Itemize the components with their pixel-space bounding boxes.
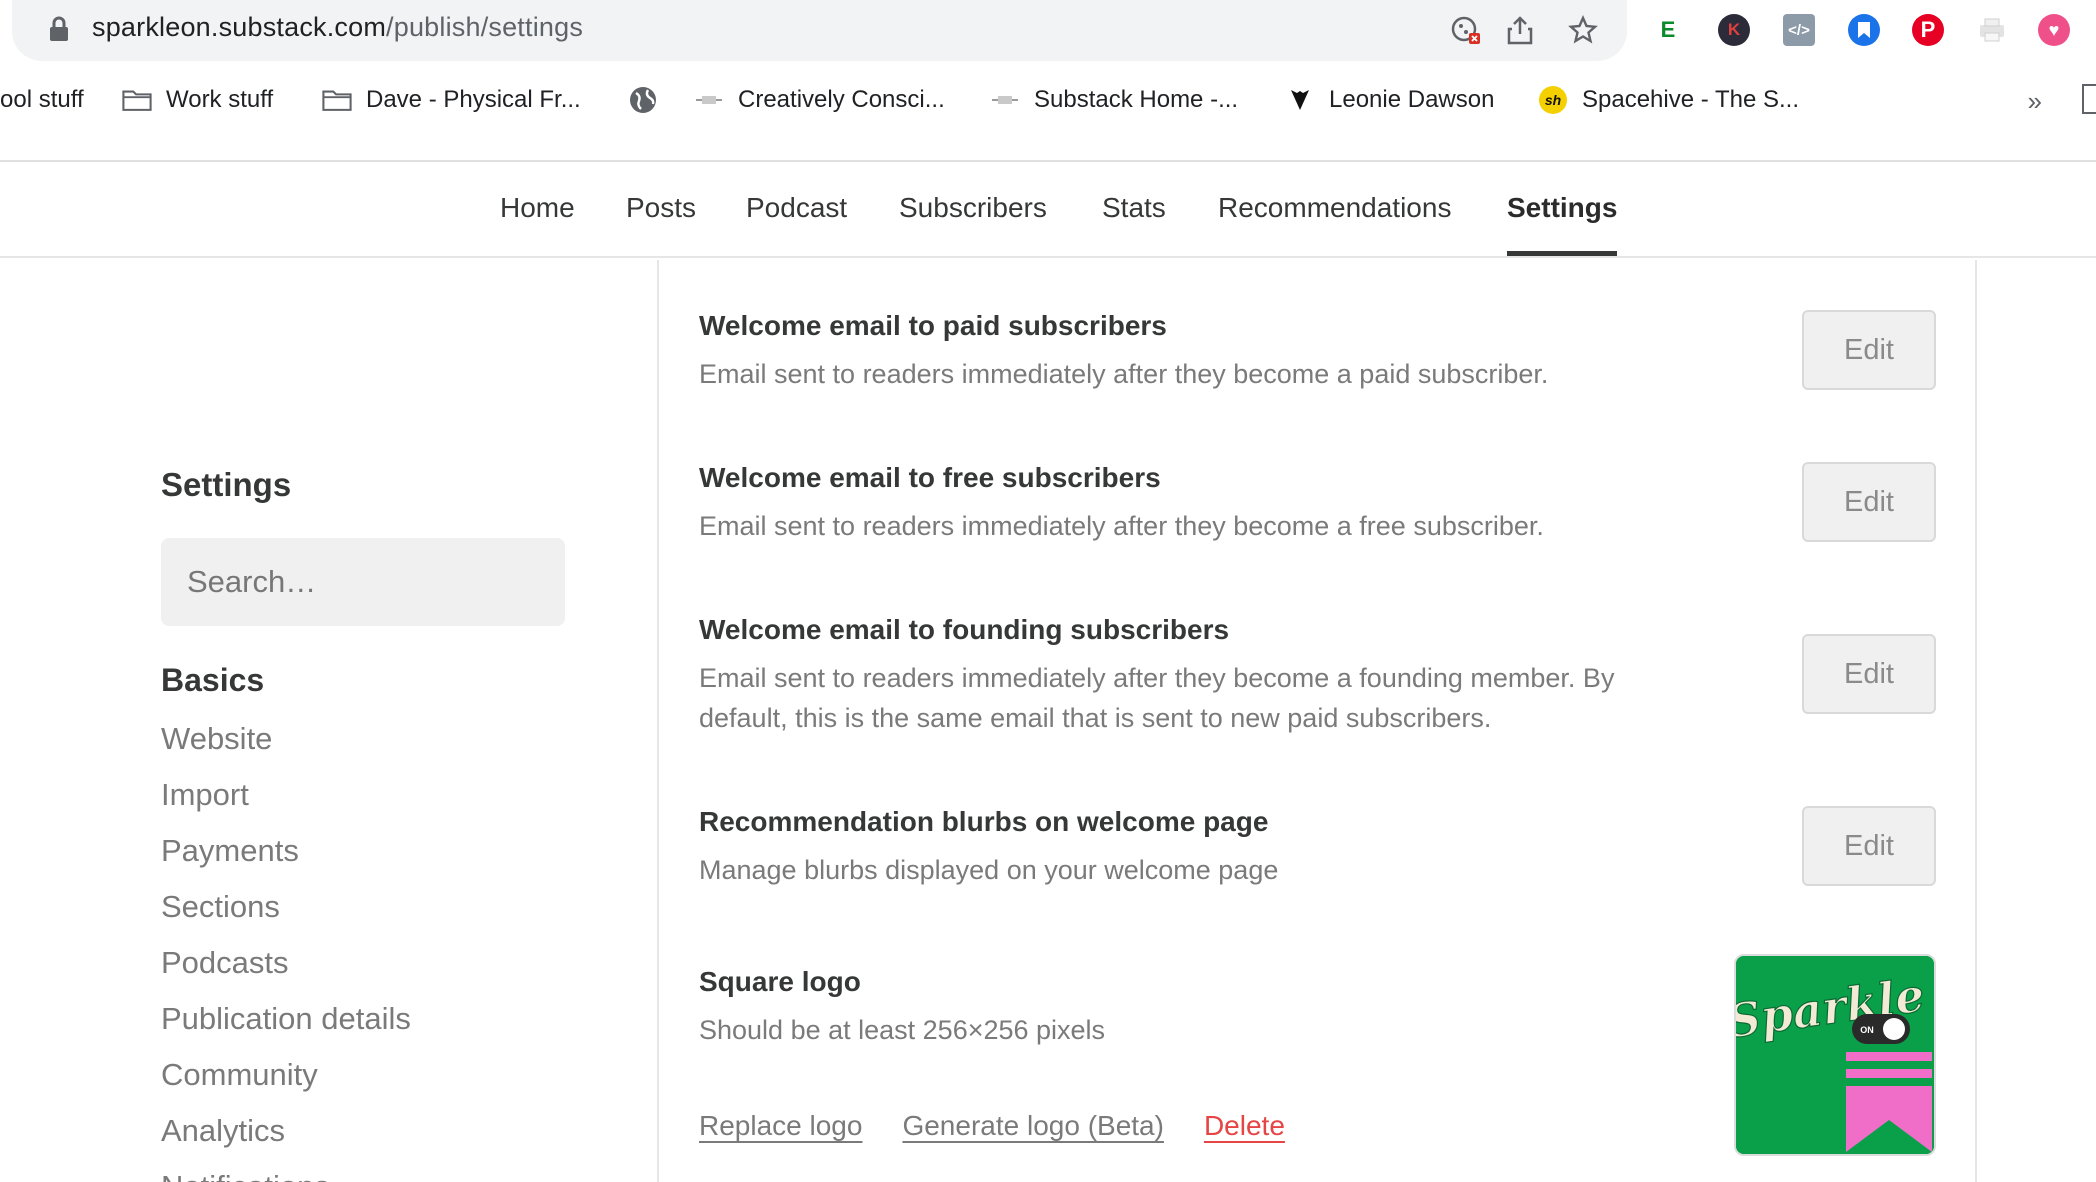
evernote-extension-icon[interactable]: E bbox=[1650, 12, 1686, 48]
pinterest-extension-icon[interactable]: P bbox=[1910, 12, 1946, 48]
bookmark-star-icon[interactable] bbox=[1565, 12, 1601, 48]
folder-icon bbox=[122, 85, 152, 115]
browser-chrome: sparkleon.substack.com/publish/settings … bbox=[0, 0, 2096, 160]
site-favicon bbox=[694, 85, 724, 115]
sidebar-item-community[interactable]: Community bbox=[161, 1054, 411, 1110]
bookmark-item[interactable]: Work stuff bbox=[122, 80, 273, 120]
url-domain: sparkleon.substack.com bbox=[92, 12, 387, 42]
bookmark-item[interactable]: Creatively Consci... bbox=[694, 80, 945, 120]
share-icon[interactable] bbox=[1502, 12, 1538, 48]
bookmark-extension-icon[interactable] bbox=[1846, 12, 1882, 48]
folder-icon bbox=[322, 85, 352, 115]
bookmark-item[interactable]: sh Spacehive - The S... bbox=[1538, 80, 1799, 120]
site-favicon bbox=[990, 85, 1020, 115]
logo-actions: Replace logo Generate logo (Beta) Delete bbox=[699, 1110, 1285, 1142]
sidebar-item-import[interactable]: Import bbox=[161, 774, 411, 830]
publish-nav: Home Posts Podcast Subscribers Stats Rec… bbox=[0, 162, 2096, 258]
content-border-left bbox=[657, 260, 659, 1182]
tab-stats[interactable]: Stats bbox=[1102, 192, 1166, 256]
heart-icon bbox=[1285, 85, 1315, 115]
url-text[interactable]: sparkleon.substack.com/publish/settings bbox=[92, 12, 583, 43]
sh-favicon: sh bbox=[1538, 85, 1568, 115]
lock-icon bbox=[50, 16, 68, 41]
bookmark-label: Spacehive - The S... bbox=[1582, 86, 1800, 113]
bookmark-item[interactable]: ool stuff bbox=[0, 80, 84, 120]
logo-toggle-label: ON bbox=[1860, 1025, 1874, 1035]
globe-icon bbox=[628, 85, 658, 115]
settings-sidebar: Settings Basics Website Import Payments … bbox=[0, 260, 658, 1182]
bookmarks-bar: ool stuff Work stuff Dave - Physical Fr.… bbox=[0, 72, 2096, 126]
setting-title: Welcome email to paid subscribers bbox=[699, 310, 1167, 341]
code-extension-icon[interactable]: </> bbox=[1781, 12, 1817, 48]
setting-description: Email sent to readers immediately after … bbox=[699, 663, 1615, 733]
tab-posts[interactable]: Posts bbox=[626, 192, 696, 256]
cookie-blocked-icon[interactable] bbox=[1448, 12, 1484, 48]
printer-extension-icon[interactable] bbox=[1974, 12, 2010, 48]
sidebar-list: Website Import Payments Sections Podcast… bbox=[161, 718, 411, 1182]
setting-title: Recommendation blurbs on welcome page bbox=[699, 806, 1269, 837]
tab-home[interactable]: Home bbox=[500, 192, 575, 256]
sidebar-title: Settings bbox=[161, 466, 292, 503]
bookmark-label: Work stuff bbox=[166, 86, 274, 113]
svg-text:sh: sh bbox=[1545, 92, 1561, 108]
edit-recommendation-blurbs-button[interactable]: Edit bbox=[1802, 806, 1936, 886]
sidebar-item-notifications[interactable]: Notifications bbox=[161, 1166, 411, 1182]
sidebar-item-website[interactable]: Website bbox=[161, 718, 411, 774]
setting-description: Manage blurbs displayed on your welcome … bbox=[699, 855, 1279, 885]
bookmarks-overflow-button[interactable]: » bbox=[2028, 86, 2042, 117]
settings-search-input[interactable] bbox=[161, 538, 565, 626]
tab-subscribers[interactable]: Subscribers bbox=[899, 192, 1047, 256]
pink-extension-icon[interactable]: ♥ bbox=[2036, 12, 2072, 48]
setting-description: Email sent to readers immediately after … bbox=[699, 359, 1549, 389]
sidebar-item-publication-details[interactable]: Publication details bbox=[161, 998, 411, 1054]
edit-founding-welcome-button[interactable]: Edit bbox=[1802, 634, 1936, 714]
setting-description: Should be at least 256×256 pixels bbox=[699, 1015, 1106, 1045]
bookmark-item[interactable] bbox=[628, 80, 658, 120]
bookmark-item[interactable]: Dave - Physical Fr... bbox=[322, 80, 581, 120]
edit-paid-welcome-button[interactable]: Edit bbox=[1802, 310, 1936, 390]
setting-title: Square logo bbox=[699, 966, 861, 997]
bookmark-label: Creatively Consci... bbox=[738, 86, 945, 113]
setting-title: Welcome email to free subscribers bbox=[699, 462, 1161, 493]
address-bar[interactable]: sparkleon.substack.com/publish/settings bbox=[12, 0, 1627, 61]
folder-icon[interactable] bbox=[2082, 84, 2096, 114]
bookmark-label: ool stuff bbox=[0, 86, 84, 113]
tab-recommendations[interactable]: Recommendations bbox=[1218, 192, 1451, 256]
k-extension-icon[interactable]: K bbox=[1716, 12, 1752, 48]
bookmark-label: Leonie Dawson bbox=[1329, 86, 1495, 113]
bookmark-item[interactable]: Leonie Dawson bbox=[1285, 80, 1494, 120]
tab-podcast[interactable]: Podcast bbox=[746, 192, 847, 256]
tab-settings[interactable]: Settings bbox=[1507, 192, 1618, 256]
url-path: /publish/settings bbox=[386, 12, 584, 42]
replace-logo-link[interactable]: Replace logo bbox=[699, 1110, 862, 1142]
bookmark-label: Substack Home -... bbox=[1034, 86, 1239, 113]
square-logo-image: Sparkle ON bbox=[1734, 954, 1936, 1156]
edit-free-welcome-button[interactable]: Edit bbox=[1802, 462, 1936, 542]
setting-title: Welcome email to founding subscribers bbox=[699, 614, 1230, 645]
sidebar-item-payments[interactable]: Payments bbox=[161, 830, 411, 886]
setting-description: Email sent to readers immediately after … bbox=[699, 511, 1544, 541]
sidebar-group-basics[interactable]: Basics bbox=[161, 662, 264, 699]
sidebar-item-podcasts[interactable]: Podcasts bbox=[161, 942, 411, 998]
generate-logo-link[interactable]: Generate logo (Beta) bbox=[902, 1110, 1164, 1142]
delete-logo-link[interactable]: Delete bbox=[1204, 1110, 1285, 1142]
sidebar-item-analytics[interactable]: Analytics bbox=[161, 1110, 411, 1166]
sidebar-item-sections[interactable]: Sections bbox=[161, 886, 411, 942]
content-border-right bbox=[1975, 260, 1977, 1182]
bookmark-item[interactable]: Substack Home -... bbox=[990, 80, 1238, 120]
bookmark-label: Dave - Physical Fr... bbox=[366, 86, 581, 113]
